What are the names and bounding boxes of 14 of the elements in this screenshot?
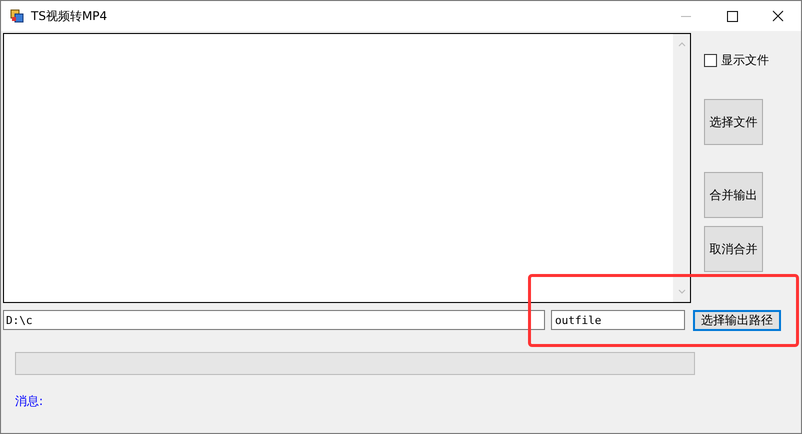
scroll-up-icon[interactable]	[676, 40, 686, 48]
window-title: TS视频转MP4	[31, 8, 108, 24]
action-button[interactable]: 合并输出	[704, 172, 763, 218]
action-button[interactable]: 取消合并	[704, 226, 763, 272]
scrollbar[interactable]	[673, 34, 690, 302]
show-files-checkbox[interactable]: 显示文件	[704, 52, 769, 69]
scroll-down-icon[interactable]	[676, 288, 686, 296]
message-label: 消息:	[15, 393, 44, 410]
action-button[interactable]: 选择文件	[704, 99, 763, 145]
file-list-area[interactable]	[3, 33, 691, 303]
output-name-field[interactable]: outfile	[551, 310, 685, 330]
choose-output-path-button[interactable]: 选择输出路径	[693, 310, 781, 330]
app-icon	[10, 9, 24, 23]
path-field[interactable]: D:\c	[3, 310, 545, 330]
